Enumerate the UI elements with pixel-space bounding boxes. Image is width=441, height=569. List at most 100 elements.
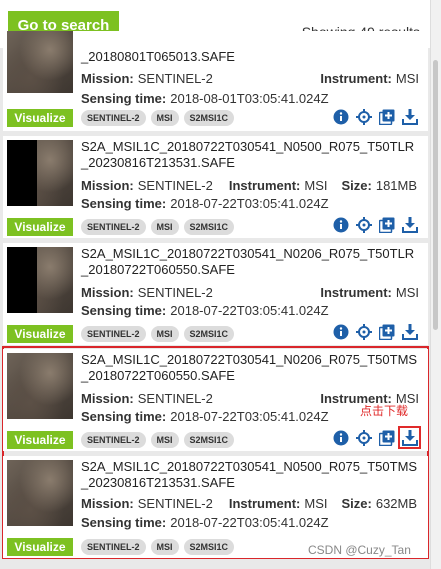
result-card: S2A_MSIL1C_20180722T030541_N0206_R075_T5…	[3, 349, 428, 451]
visualize-button[interactable]: Visualize	[7, 538, 73, 556]
mission-label: Mission:	[81, 284, 134, 300]
action-icons	[332, 216, 418, 233]
result-thumbnail[interactable]	[7, 140, 73, 206]
instrument-value: MSI	[304, 495, 328, 511]
visualize-button[interactable]: Visualize	[7, 218, 73, 236]
mission-label: Mission:	[81, 495, 134, 511]
add-to-cart-icon[interactable]	[378, 323, 395, 340]
tag: MSI	[150, 219, 179, 235]
crosshair-icon[interactable]	[355, 429, 372, 446]
sensing-value: 2018-07-22T03:05:41.024Z	[170, 195, 329, 211]
result-card: S2A_MSIL1C_20180722T030541_N0500_R075_T5…	[3, 136, 428, 238]
visualize-button[interactable]: Visualize	[7, 431, 73, 449]
tag: S2MSI1C	[183, 432, 235, 448]
instrument-label: Instrument:	[320, 284, 392, 300]
result-name-line: S2A_MSIL1C_20180722T030541_N0500_R075_T5…	[81, 139, 415, 154]
instrument-label: Instrument:	[228, 177, 301, 193]
sensing-label: Sensing time:	[81, 195, 167, 211]
mission-value: SENTINEL-2	[137, 390, 213, 406]
result-thumbnail[interactable]	[7, 460, 73, 526]
download-icon[interactable]	[398, 426, 421, 449]
tag-list: SENTINEL-2 MSI S2MSI1C	[81, 219, 235, 235]
tag: SENTINEL-2	[81, 110, 146, 126]
instrument-label: Instrument:	[320, 70, 392, 86]
sensing-label: Sensing time:	[81, 514, 167, 530]
result-name-line: _20180722T060550.SAFE	[81, 261, 235, 277]
sensing-label: Sensing time:	[81, 90, 167, 106]
crosshair-icon[interactable]	[355, 323, 372, 340]
instrument-value: MSI	[304, 177, 328, 193]
mission-value: SENTINEL-2	[137, 495, 213, 511]
tag: S2MSI1C	[183, 219, 235, 235]
action-icons	[332, 323, 418, 340]
sensing-value: 2018-07-22T03:05:41.024Z	[170, 302, 329, 318]
action-icons	[332, 426, 421, 449]
tag: MSI	[150, 110, 179, 126]
tag: MSI	[150, 326, 179, 342]
result-name: S2A_MSIL1C_20180722T030541_N0500_R075_T5…	[81, 139, 421, 170]
add-to-cart-icon[interactable]	[378, 108, 395, 125]
action-icons	[332, 108, 418, 125]
sensing-label: Sensing time:	[81, 408, 167, 424]
size-label: Size:	[341, 495, 372, 511]
tag: SENTINEL-2	[81, 432, 146, 448]
sensing-row: Sensing time: 2018-07-22T03:05:41.024Z	[81, 194, 419, 212]
tag: MSI	[150, 432, 179, 448]
result-name-line: S2A_MSIL1C_20180722T030541_N0206_R075_T5…	[81, 246, 415, 261]
download-annotation: 点击下载	[360, 404, 409, 418]
visualize-button[interactable]: Visualize	[7, 325, 73, 343]
result-thumbnail[interactable]	[7, 353, 73, 419]
mission-label: Mission:	[81, 70, 134, 86]
sensing-row: Sensing time: 2018-08-01T03:05:41.024Z	[81, 89, 419, 107]
mission-value: SENTINEL-2	[137, 177, 213, 193]
mission-row: Mission: SENTINEL-2 Instrument: MSI Size: 6…	[81, 494, 419, 512]
mission-label: Mission:	[81, 390, 134, 406]
instrument-value: MSI	[395, 284, 419, 300]
result-name-line: _20230816T213531.SAFE	[81, 474, 235, 490]
result-name-line: S2A_MSIL1C_20180722T030541_N0500_R075_T5…	[81, 459, 418, 474]
sensing-value: 2018-07-22T03:05:41.024Z	[170, 514, 329, 530]
mission-value: SENTINEL-2	[137, 70, 213, 86]
info-icon[interactable]	[332, 108, 349, 125]
mission-row: Mission: SENTINEL-2 Instrument: MSI	[81, 283, 419, 301]
tag: SENTINEL-2	[81, 219, 146, 235]
sensing-row: Sensing time: 2018-07-22T03:05:41.024Z	[81, 513, 419, 531]
size-value: 632MB	[375, 495, 418, 511]
tag-list: SENTINEL-2 MSI S2MSI1C	[81, 539, 235, 555]
crosshair-icon[interactable]	[355, 108, 372, 125]
sensing-row: Sensing time: 2018-07-22T03:05:41.024Z	[81, 301, 419, 319]
size-value: 181MB	[375, 177, 418, 193]
result-thumbnail[interactable]	[7, 247, 73, 313]
add-to-cart-icon[interactable]	[378, 429, 395, 446]
result-name-line: _20180722T060550.SAFE	[81, 367, 235, 383]
result-card: S2A_MSIL1C_20180722T030541_N0206_R075_T5…	[3, 243, 428, 345]
result-thumbnail[interactable]	[7, 31, 73, 93]
crosshair-icon[interactable]	[355, 216, 372, 233]
download-icon[interactable]	[401, 108, 418, 125]
instrument-label: Instrument:	[228, 495, 301, 511]
result-name-line: _20230816T213531.SAFE	[81, 154, 235, 170]
info-icon[interactable]	[332, 216, 349, 233]
scrollbar-thumb[interactable]	[433, 60, 438, 330]
info-icon[interactable]	[332, 323, 349, 340]
tag: S2MSI1C	[183, 110, 235, 126]
tag: S2MSI1C	[183, 539, 235, 555]
result-name-line: S2A_MSIL1C_20180722T030541_N0206_R075_T5…	[81, 352, 418, 367]
mission-row: Mission: SENTINEL-2 Instrument: MSI Size: 1…	[81, 176, 419, 194]
download-icon[interactable]	[401, 216, 418, 233]
tag: MSI	[150, 539, 179, 555]
size-label: Size:	[341, 177, 372, 193]
add-to-cart-icon[interactable]	[378, 216, 395, 233]
tag: S2MSI1C	[183, 326, 235, 342]
download-icon[interactable]	[401, 323, 418, 340]
tag-list: SENTINEL-2 MSI S2MSI1C	[81, 326, 235, 342]
tag-list: SENTINEL-2 MSI S2MSI1C	[81, 432, 235, 448]
visualize-button[interactable]: Visualize	[7, 109, 73, 127]
result-name: S2A_MSIL1C_20180722T030541_N0206_R075_T5…	[81, 352, 421, 383]
tag: SENTINEL-2	[81, 326, 146, 342]
mission-label: Mission:	[81, 177, 134, 193]
info-icon[interactable]	[332, 429, 349, 446]
watermark: CSDN @Cuzy_Tan	[308, 543, 411, 557]
result-card: _20180801T065013.SAFE Mission: SENTINEL-2…	[3, 31, 428, 131]
result-name: S2A_MSIL1C_20180722T030541_N0500_R075_T5…	[81, 459, 421, 490]
